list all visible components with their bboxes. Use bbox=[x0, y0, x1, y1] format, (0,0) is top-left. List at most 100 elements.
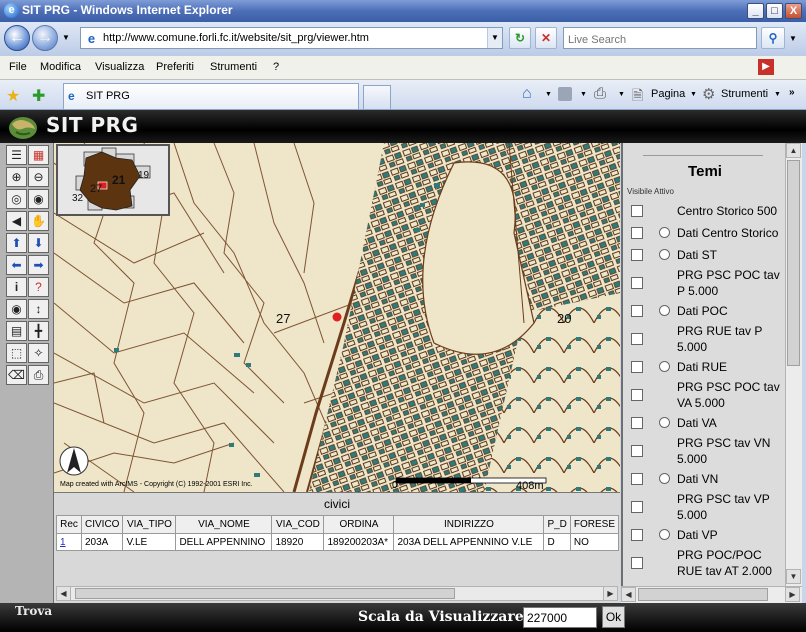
layer-visible-checkbox[interactable] bbox=[631, 227, 643, 239]
pan-west-icon[interactable]: ⬅ bbox=[6, 255, 27, 275]
menu-visualizza[interactable]: Visualizza bbox=[95, 61, 144, 73]
zoom-previous-icon[interactable]: ◀ bbox=[6, 211, 27, 231]
menu-modifica[interactable]: Modifica bbox=[40, 61, 81, 73]
back-button[interactable]: ← bbox=[4, 25, 30, 51]
address-dropdown-icon[interactable]: ▼ bbox=[487, 28, 502, 48]
scale-ok-button[interactable]: Ok bbox=[602, 606, 625, 628]
print-map-icon[interactable]: ⎙ bbox=[28, 365, 49, 385]
pan-north-icon[interactable]: ⬆ bbox=[6, 233, 27, 253]
scroll-down-icon[interactable]: ▼ bbox=[786, 569, 801, 584]
page-dropdown-icon[interactable]: ▼ bbox=[690, 91, 697, 98]
attribute-table-icon[interactable]: ▤ bbox=[6, 321, 27, 341]
panel-scroll-left-icon[interactable]: ◀ bbox=[621, 587, 636, 602]
panel-hscroll-thumb[interactable] bbox=[638, 588, 768, 601]
layer-visible-checkbox[interactable] bbox=[631, 557, 643, 569]
select-rectangle-icon[interactable]: ⬚ bbox=[6, 343, 27, 363]
layer-active-radio[interactable] bbox=[659, 305, 670, 316]
layer-visible-checkbox[interactable] bbox=[631, 277, 643, 289]
close-button[interactable]: X bbox=[785, 3, 802, 19]
zoom-active-icon[interactable]: ◉ bbox=[28, 189, 49, 209]
layer-visible-checkbox[interactable] bbox=[631, 417, 643, 429]
layer-visible-checkbox[interactable] bbox=[631, 529, 643, 541]
minimize-button[interactable]: _ bbox=[747, 3, 764, 19]
overview-map[interactable]: 21 19 27 32 bbox=[56, 144, 170, 216]
more-commands-icon[interactable]: » bbox=[789, 87, 795, 98]
stop-button[interactable]: ✕ bbox=[535, 27, 557, 49]
layer-active-radio[interactable] bbox=[659, 227, 670, 238]
panel-scroll-right-icon[interactable]: ▶ bbox=[785, 587, 800, 602]
legend-tool-icon[interactable]: ☰ bbox=[6, 145, 27, 165]
column-header[interactable]: INDIRIZZO bbox=[393, 515, 545, 534]
home-dropdown-icon[interactable]: ▼ bbox=[545, 91, 552, 98]
layer-visible-checkbox[interactable] bbox=[631, 333, 643, 345]
new-tab-button[interactable] bbox=[363, 85, 391, 109]
home-icon[interactable]: ⌂ bbox=[522, 85, 532, 103]
table-row[interactable]: 1 203A V.LE DELL APPENNINO 18920 1892002… bbox=[56, 533, 620, 551]
layer-active-radio[interactable] bbox=[659, 249, 670, 260]
pan-south-icon[interactable]: ⬇ bbox=[28, 233, 49, 253]
results-scroll-thumb[interactable] bbox=[75, 588, 455, 599]
scroll-right-icon[interactable]: ▶ bbox=[603, 586, 618, 601]
scroll-up-icon[interactable]: ▲ bbox=[786, 143, 801, 158]
layer-active-radio[interactable] bbox=[659, 473, 670, 484]
toolbar-addon-icon[interactable]: ▶ bbox=[758, 59, 774, 75]
search-options-icon[interactable]: ▼ bbox=[789, 34, 797, 43]
panel-horizontal-scrollbar[interactable]: ◀ ▶ bbox=[621, 586, 802, 603]
print-icon[interactable]: ⎙ bbox=[594, 85, 606, 102]
zoom-out-icon[interactable]: ⊖ bbox=[28, 167, 49, 187]
zoom-in-icon[interactable]: ⊕ bbox=[6, 167, 27, 187]
column-header[interactable]: ORDINA bbox=[323, 515, 395, 534]
panel-vertical-scrollbar[interactable]: ▲ ▼ bbox=[785, 143, 802, 586]
query-icon[interactable]: ? bbox=[28, 277, 49, 297]
buffer-icon[interactable]: ╋ bbox=[28, 321, 49, 341]
menu-help[interactable]: ? bbox=[273, 61, 279, 73]
column-header[interactable]: FORESE bbox=[569, 515, 620, 534]
tools-menu[interactable]: Strumenti bbox=[721, 88, 768, 100]
selected-point-marker[interactable] bbox=[332, 312, 342, 322]
column-header[interactable]: VIA_NOME bbox=[175, 515, 273, 534]
favorites-star-icon[interactable]: ★ bbox=[6, 86, 20, 106]
scroll-left-icon[interactable]: ◀ bbox=[56, 586, 71, 601]
address-url[interactable]: http://www.comune.forli.fc.it/website/si… bbox=[103, 32, 369, 44]
menu-file[interactable]: File bbox=[9, 61, 27, 73]
zoom-full-icon[interactable]: ◎ bbox=[6, 189, 27, 209]
add-favorite-icon[interactable]: ✚ bbox=[32, 86, 45, 106]
results-horizontal-scrollbar[interactable]: ◀ ▶ bbox=[56, 586, 618, 601]
print-dropdown-icon[interactable]: ▼ bbox=[618, 91, 625, 98]
search-input[interactable] bbox=[563, 27, 757, 49]
find-link[interactable]: Trova bbox=[15, 604, 52, 618]
scale-input[interactable] bbox=[523, 607, 597, 628]
menu-preferiti[interactable]: Preferiti bbox=[156, 61, 194, 73]
maximize-button[interactable]: □ bbox=[766, 3, 783, 19]
feeds-dropdown-icon[interactable]: ▼ bbox=[580, 91, 587, 98]
pan-east-icon[interactable]: ➡ bbox=[28, 255, 49, 275]
layer-visible-checkbox[interactable] bbox=[631, 249, 643, 261]
page-menu[interactable]: Pagina bbox=[651, 88, 685, 100]
layer-visible-checkbox[interactable] bbox=[631, 473, 643, 485]
record-link[interactable]: 1 bbox=[60, 537, 66, 548]
measure-icon[interactable]: ↕ bbox=[28, 299, 49, 319]
select-line-icon[interactable]: ✧ bbox=[28, 343, 49, 363]
layer-active-radio[interactable] bbox=[659, 417, 670, 428]
menu-strumenti[interactable]: Strumenti bbox=[210, 61, 257, 73]
address-field[interactable]: e http://www.comune.forli.fc.it/website/… bbox=[80, 27, 503, 49]
column-header[interactable]: VIA_COD bbox=[271, 515, 325, 534]
layer-visible-checkbox[interactable] bbox=[631, 445, 643, 457]
column-header[interactable]: CIVICO bbox=[80, 515, 124, 534]
column-header[interactable]: P_D bbox=[543, 515, 571, 534]
layer-visible-checkbox[interactable] bbox=[631, 305, 643, 317]
tools-dropdown-icon[interactable]: ▼ bbox=[774, 91, 781, 98]
clear-selection-icon[interactable]: ⌫ bbox=[6, 365, 27, 385]
feeds-icon[interactable] bbox=[558, 87, 572, 101]
layer-active-radio[interactable] bbox=[659, 361, 670, 372]
layer-visible-checkbox[interactable] bbox=[631, 361, 643, 373]
column-header[interactable]: VIA_TIPO bbox=[122, 515, 177, 534]
layer-visible-checkbox[interactable] bbox=[631, 389, 643, 401]
layer-visible-checkbox[interactable] bbox=[631, 501, 643, 513]
tab-sit-prg[interactable]: e SIT PRG bbox=[63, 83, 359, 109]
layer-visible-checkbox[interactable] bbox=[631, 205, 643, 217]
layer-active-radio[interactable] bbox=[659, 529, 670, 540]
pan-hand-icon[interactable]: ✋ bbox=[28, 211, 49, 231]
refresh-button[interactable]: ↻ bbox=[509, 27, 531, 49]
panel-scroll-thumb[interactable] bbox=[787, 160, 800, 366]
